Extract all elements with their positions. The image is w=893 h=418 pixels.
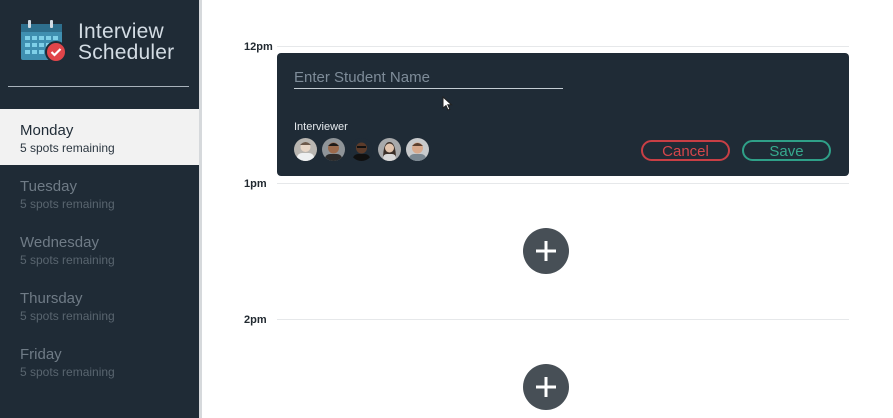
day-list: Monday 5 spots remaining Tuesday 5 spots… bbox=[0, 109, 199, 389]
add-appointment-button[interactable] bbox=[523, 228, 569, 274]
day-item-monday[interactable]: Monday 5 spots remaining bbox=[0, 109, 199, 165]
day-name: Friday bbox=[20, 346, 62, 363]
slot-time-2pm: 2pm bbox=[244, 314, 267, 326]
day-item-thursday[interactable]: Thursday 5 spots remaining bbox=[0, 277, 199, 333]
app-title-line1: Interview bbox=[78, 20, 164, 43]
appointment-form: Interviewer Cancel Save bbox=[277, 53, 849, 176]
interviewer-avatar-3[interactable] bbox=[350, 138, 373, 161]
day-name: Tuesday bbox=[20, 178, 77, 195]
sidebar-divider bbox=[8, 86, 189, 87]
interviewer-avatar-4[interactable] bbox=[378, 138, 401, 161]
day-name: Monday bbox=[20, 122, 74, 139]
day-name: Wednesday bbox=[20, 234, 99, 251]
day-name: Thursday bbox=[20, 290, 83, 307]
plus-icon bbox=[536, 241, 556, 261]
student-name-input[interactable] bbox=[294, 67, 563, 89]
plus-icon bbox=[536, 377, 556, 397]
day-item-wednesday[interactable]: Wednesday 5 spots remaining bbox=[0, 221, 199, 277]
app-title: Interview Scheduler bbox=[78, 21, 174, 63]
day-item-tuesday[interactable]: Tuesday 5 spots remaining bbox=[0, 165, 199, 221]
sidebar: Interview Scheduler Monday 5 spots remai… bbox=[0, 0, 199, 418]
interviewer-avatar-5[interactable] bbox=[406, 138, 429, 161]
slot-divider bbox=[277, 46, 849, 47]
add-appointment-button[interactable] bbox=[523, 364, 569, 410]
day-spots: 5 spots remaining bbox=[20, 141, 115, 155]
day-spots: 5 spots remaining bbox=[20, 197, 115, 211]
mouse-pointer-icon bbox=[442, 96, 453, 111]
interviewer-label: Interviewer bbox=[294, 121, 348, 133]
calendar-check-icon bbox=[21, 20, 67, 63]
slot-time-12pm: 12pm bbox=[244, 41, 273, 53]
app-title-line2: Scheduler bbox=[78, 41, 175, 64]
interviewer-avatar-2[interactable] bbox=[322, 138, 345, 161]
cancel-button[interactable]: Cancel bbox=[641, 140, 730, 161]
save-button[interactable]: Save bbox=[742, 140, 831, 161]
slot-divider bbox=[277, 183, 849, 184]
brand: Interview Scheduler bbox=[20, 20, 195, 70]
slot-time-1pm: 1pm bbox=[244, 178, 267, 190]
slot-divider bbox=[277, 319, 849, 320]
day-spots: 5 spots remaining bbox=[20, 309, 115, 323]
day-spots: 5 spots remaining bbox=[20, 253, 115, 267]
day-item-friday[interactable]: Friday 5 spots remaining bbox=[0, 333, 199, 389]
sidebar-edge bbox=[199, 0, 202, 418]
day-spots: 5 spots remaining bbox=[20, 365, 115, 379]
interviewer-avatar-1[interactable] bbox=[294, 138, 317, 161]
